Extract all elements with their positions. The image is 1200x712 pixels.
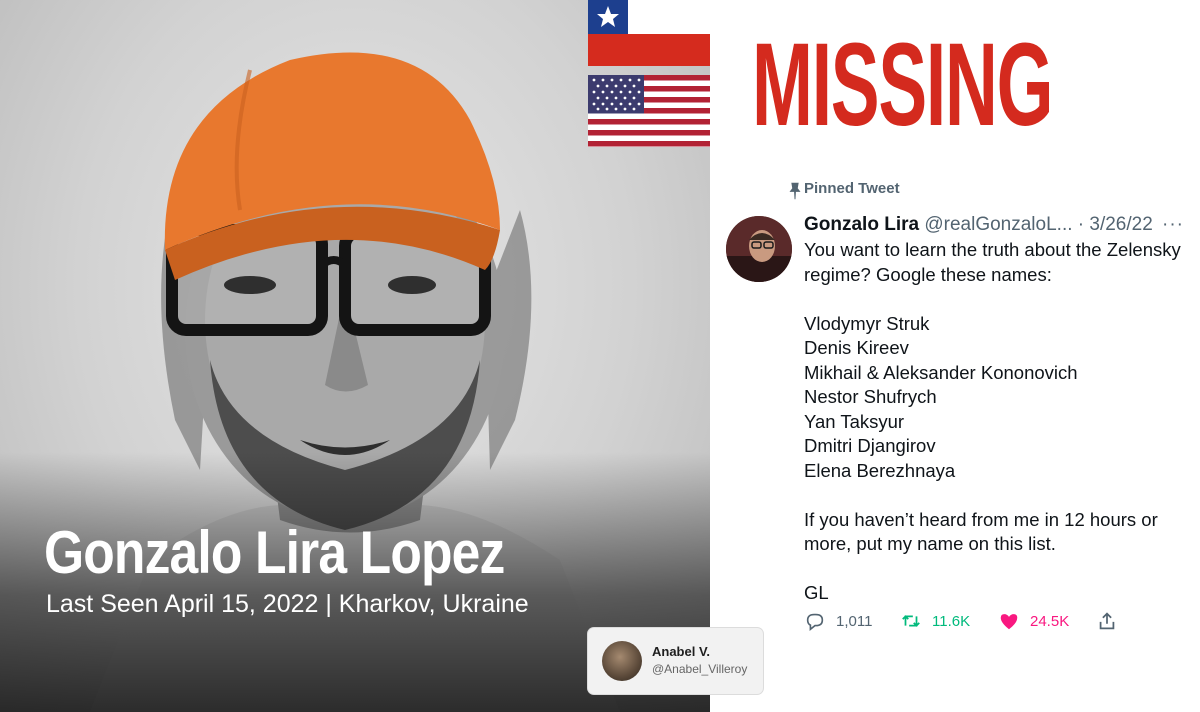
tweet-actions: 1,011 11.6K 24.5K bbox=[804, 610, 1134, 636]
like-button[interactable]: 24.5K bbox=[998, 610, 1069, 632]
artist-credit[interactable]: Anabel V. @Anabel_Villeroy bbox=[588, 628, 763, 694]
pinned-tweet-label: Pinned Tweet bbox=[804, 180, 900, 197]
tweet-line: If you haven’t heard from me in 12 hours… bbox=[804, 508, 1158, 555]
tweet-line: Vlodymyr Struk bbox=[804, 312, 930, 334]
tweet-author-name[interactable]: Gonzalo Lira bbox=[804, 214, 919, 235]
reply-icon bbox=[806, 613, 824, 631]
tweet-line: You want to learn the truth about the Ze… bbox=[804, 239, 1181, 285]
retweet-icon bbox=[902, 615, 920, 627]
tweet-line: Mikhail & Aleksander Kononovich bbox=[804, 361, 1078, 383]
tweet-line: Elena Berezhnaya bbox=[804, 459, 956, 481]
missing-headline: MISSING bbox=[752, 19, 1053, 151]
tweet-line: Dmitri Djangirov bbox=[804, 435, 936, 456]
share-button[interactable] bbox=[1096, 610, 1128, 632]
more-options-icon[interactable]: ··· bbox=[1162, 214, 1184, 236]
tweet-text: You want to learn the truth about the Ze… bbox=[804, 238, 1184, 606]
tweet-line: GL bbox=[804, 582, 829, 603]
tweet-author-avatar[interactable] bbox=[726, 216, 792, 282]
flags bbox=[588, 0, 710, 147]
tweet-header: Gonzalo Lira @realGonzaloL... · 3/26/22 bbox=[804, 214, 1153, 236]
tweet-line: Yan Taksyur bbox=[804, 410, 905, 432]
credit-avatar bbox=[602, 641, 642, 681]
avatar-photo bbox=[726, 216, 792, 282]
tweet-date[interactable]: 3/26/22 bbox=[1089, 214, 1152, 235]
tweet-line bbox=[804, 483, 1184, 508]
pin-icon bbox=[789, 182, 801, 200]
tweet-line: Denis Kireev bbox=[804, 337, 909, 358]
tweet-separator: · bbox=[1072, 214, 1090, 235]
retweet-count: 11.6K bbox=[932, 612, 971, 630]
missing-person-name: Gonzalo Lira Lopez bbox=[44, 519, 505, 586]
like-count: 24.5K bbox=[1030, 612, 1070, 630]
credit-handle: @Anabel_Villeroy bbox=[652, 662, 748, 676]
reply-count: 1,011 bbox=[836, 612, 873, 630]
heart-icon bbox=[1000, 614, 1018, 630]
retweet-button[interactable]: 11.6K bbox=[900, 610, 970, 632]
tweet-line bbox=[804, 287, 1184, 312]
reply-button[interactable]: 1,011 bbox=[804, 610, 872, 632]
share-icon bbox=[1099, 612, 1115, 630]
credit-name: Anabel V. bbox=[652, 644, 711, 659]
tweet-line bbox=[804, 557, 1184, 582]
last-seen-caption: Last Seen April 15, 2022 | Kharkov, Ukra… bbox=[46, 590, 529, 618]
usa-flag bbox=[588, 75, 710, 147]
tweet-line: Nestor Shufrych bbox=[804, 386, 937, 407]
tweet-author-handle[interactable]: @realGonzaloL... bbox=[924, 214, 1072, 235]
